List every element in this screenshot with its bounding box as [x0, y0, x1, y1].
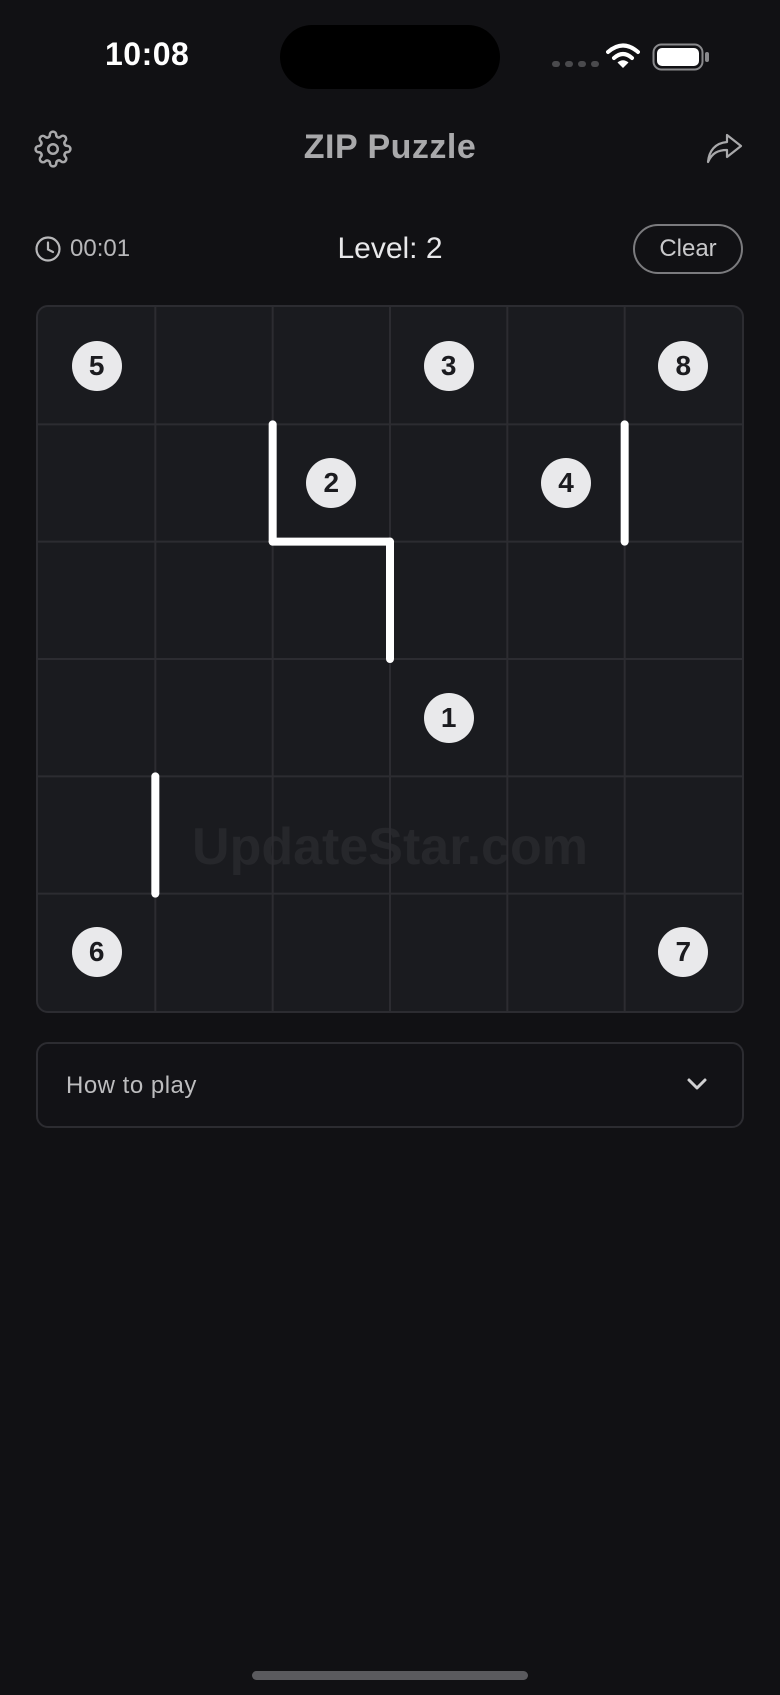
chevron-down-icon — [687, 1078, 707, 1090]
status-bar: 10:08 — [0, 0, 780, 110]
cellular-signal-icon — [552, 61, 599, 67]
dynamic-island — [280, 25, 500, 89]
battery-icon — [652, 43, 709, 71]
puzzle-board[interactable]: UpdateStar.com 53824167 — [36, 305, 744, 1013]
number-node-4[interactable]: 4 — [541, 458, 591, 508]
number-node-8[interactable]: 8 — [658, 340, 709, 391]
share-arrow-icon — [706, 133, 743, 164]
app-header: ZIP Puzzle — [0, 110, 780, 190]
how-to-play-label: How to play — [66, 1072, 197, 1099]
clear-button[interactable]: Clear — [633, 224, 743, 274]
page-title: ZIP Puzzle — [303, 128, 477, 166]
number-node-6[interactable]: 6 — [71, 927, 122, 978]
home-indicator — [252, 1671, 528, 1680]
share-button[interactable] — [704, 128, 746, 170]
number-node-2[interactable]: 2 — [306, 458, 357, 508]
how-to-play-toggle[interactable]: How to play — [36, 1042, 744, 1128]
status-time: 10:08 — [105, 36, 190, 72]
game-toolbar: 00:01 Level: 2 Clear — [0, 220, 780, 280]
board-grid — [38, 307, 742, 1011]
number-node-5[interactable]: 5 — [71, 340, 122, 391]
wifi-icon — [606, 43, 640, 68]
number-node-1[interactable]: 1 — [423, 692, 474, 743]
number-node-3[interactable]: 3 — [423, 340, 474, 391]
